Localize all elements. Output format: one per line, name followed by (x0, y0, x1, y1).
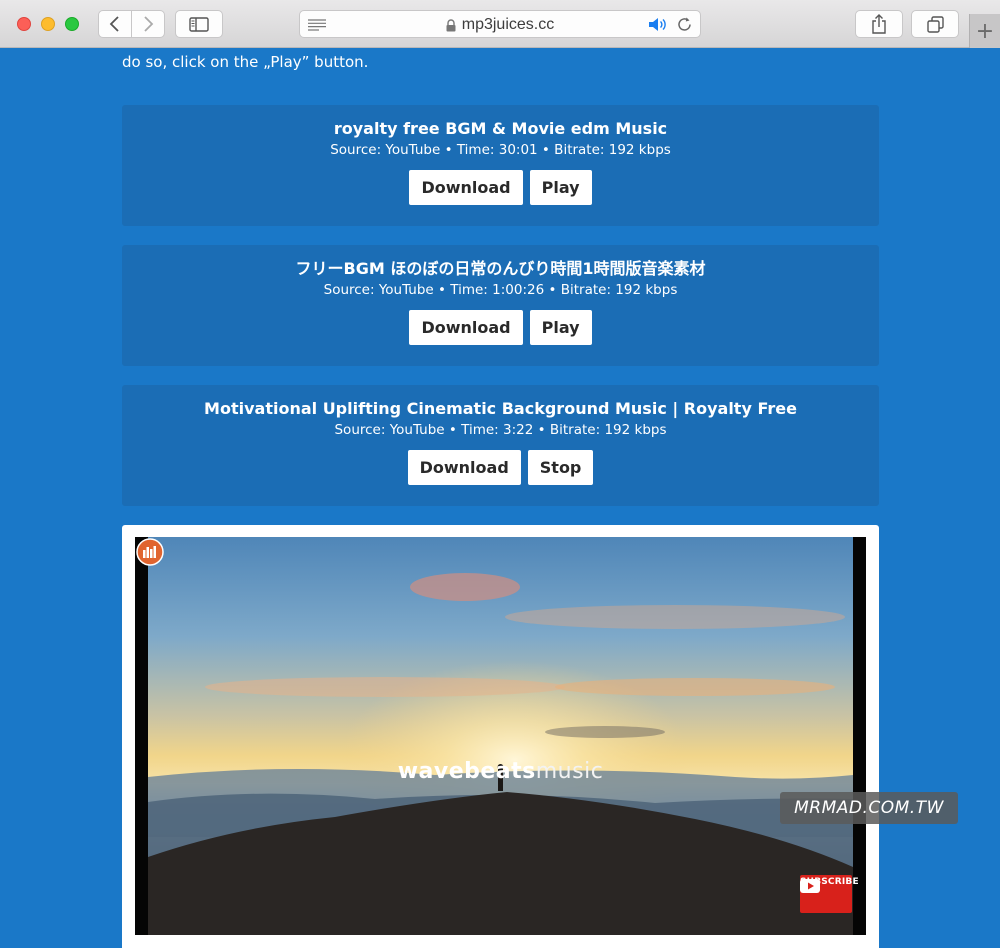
video-thumbnail[interactable]: wavebeatsmusic SUBSCRIBE (135, 537, 866, 935)
subscribe-button[interactable]: SUBSCRIBE (800, 875, 859, 913)
result-title: Motivational Uplifting Cinematic Backgro… (204, 399, 797, 418)
youtube-play-icon (800, 879, 820, 893)
brand-light: music (535, 759, 604, 784)
result-title: フリーBGM ほのぼの日常のんびり時間1時間版音楽素材 (295, 259, 706, 278)
wavebeats-logo-icon (136, 538, 164, 566)
browser-toolbar: mp3juices.cc + (0, 0, 1000, 48)
result-item: royalty free BGM & Movie edm Music Sourc… (122, 105, 879, 226)
result-meta: Source: YouTube • Time: 1:00:26 • Bitrat… (323, 282, 678, 298)
sidebar-icon (189, 16, 209, 32)
video-brand-text: wavebeatsmusic (135, 759, 866, 784)
reload-icon[interactable] (676, 16, 693, 33)
forward-button[interactable] (131, 10, 165, 38)
play-button[interactable]: Play (529, 310, 592, 345)
close-window-button[interactable] (17, 17, 31, 31)
intro-cut-line (122, 48, 878, 50)
address-bar[interactable]: mp3juices.cc (299, 10, 701, 38)
result-meta: Source: YouTube • Time: 3:22 • Bitrate: … (334, 422, 667, 438)
intro-partial: do so, click on the „Play” button. (122, 53, 369, 71)
result-item: フリーBGM ほのぼの日常のんびり時間1時間版音楽素材 Source: YouT… (122, 245, 879, 366)
download-button[interactable]: Download (407, 450, 521, 485)
new-tab-button[interactable]: + (969, 14, 1000, 48)
chevron-right-icon (144, 16, 154, 32)
share-button[interactable] (855, 10, 903, 38)
download-button[interactable]: Download (409, 170, 523, 205)
play-button[interactable]: Play (529, 170, 592, 205)
brand-bold: wavebeats (397, 759, 536, 784)
minimize-window-button[interactable] (41, 17, 55, 31)
result-item: Motivational Uplifting Cinematic Backgro… (122, 385, 879, 506)
intro-text: do so, click on the „Play” button. (122, 48, 878, 74)
lock-icon (446, 18, 456, 31)
sidebar-button[interactable] (175, 10, 223, 38)
url-text: mp3juices.cc (461, 16, 555, 33)
plus-icon: + (975, 18, 995, 44)
back-button[interactable] (98, 10, 132, 38)
watermark: MRMAD.COM.TW (780, 792, 958, 824)
sunset-landscape-image (135, 537, 866, 935)
download-button[interactable]: Download (409, 310, 523, 345)
speaker-icon[interactable] (648, 17, 668, 32)
share-icon (872, 14, 886, 34)
tabs-icon (926, 15, 944, 33)
result-title: royalty free BGM & Movie edm Music (333, 119, 668, 138)
chevron-left-icon (109, 16, 119, 32)
tabs-overview-button[interactable] (911, 10, 959, 38)
zoom-window-button[interactable] (65, 17, 79, 31)
stop-button[interactable]: Stop (527, 450, 594, 485)
video-player: wavebeatsmusic SUBSCRIBE (122, 525, 879, 948)
result-meta: Source: YouTube • Time: 30:01 • Bitrate:… (330, 142, 671, 158)
